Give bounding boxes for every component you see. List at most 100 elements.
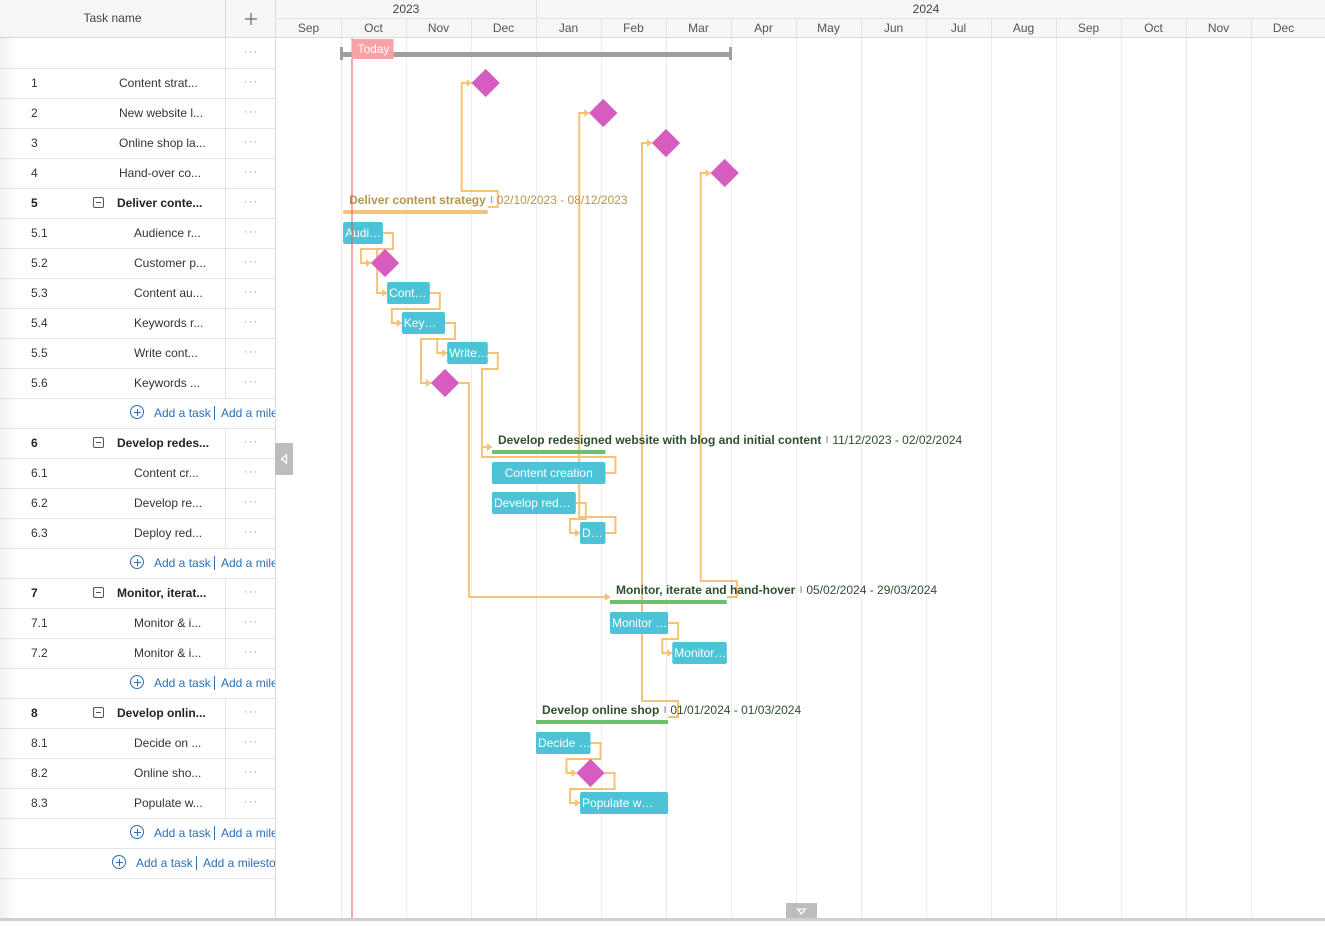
row-menu-button[interactable]: ··· xyxy=(225,158,275,188)
task-row[interactable]: 6.1 Content cr... ··· xyxy=(0,458,275,489)
task-row[interactable]: 5.2 Customer p... ··· xyxy=(0,248,275,279)
task-row[interactable]: 5.3 Content au... ··· xyxy=(0,278,275,309)
project-bar[interactable] xyxy=(341,52,731,57)
task-group-row[interactable]: 7 Monitor, iterat... ··· xyxy=(0,578,275,609)
row-menu-button[interactable]: ··· xyxy=(225,368,275,398)
task-name[interactable]: Content strat... xyxy=(119,68,198,98)
row-menu-button[interactable]: ··· xyxy=(225,518,275,548)
task-group-row[interactable]: 6 Develop redes... ··· xyxy=(0,428,275,459)
add-task-link[interactable]: Add a task xyxy=(154,668,211,698)
collapse-toggle-icon[interactable] xyxy=(93,437,104,448)
task-row[interactable]: 4 Hand-over co... ··· xyxy=(0,158,275,189)
row-menu-button[interactable]: ··· xyxy=(225,428,275,458)
task-row[interactable]: 1 Content strat... ··· xyxy=(0,68,275,99)
row-menu-button[interactable]: ··· xyxy=(225,458,275,488)
add-task-link[interactable]: Add a task xyxy=(136,848,193,878)
add-milestone-link[interactable]: Add a milestone xyxy=(221,668,275,698)
row-menu-button[interactable]: ··· xyxy=(225,698,275,728)
task-name[interactable]: Monitor & i... xyxy=(134,608,201,638)
add-circle-icon[interactable] xyxy=(112,855,126,869)
add-circle-icon[interactable] xyxy=(130,405,144,419)
add-task-link[interactable]: Add a task xyxy=(154,398,211,428)
task-row[interactable]: 5.5 Write cont... ··· xyxy=(0,338,275,369)
task-row[interactable]: ··· xyxy=(0,38,275,69)
summary-bar[interactable] xyxy=(491,450,606,454)
milestone-diamond[interactable] xyxy=(370,248,400,278)
task-name[interactable]: Write cont... xyxy=(134,338,198,368)
row-menu-button[interactable]: ··· xyxy=(225,98,275,128)
summary-bar[interactable] xyxy=(609,600,727,604)
collapse-toggle-icon[interactable] xyxy=(93,197,104,208)
milestone-diamond[interactable] xyxy=(430,368,460,398)
row-menu-button[interactable]: ··· xyxy=(225,788,275,818)
task-row[interactable]: 5.1 Audience r... ··· xyxy=(0,218,275,249)
add-milestone-link[interactable]: Add a milestone xyxy=(221,548,275,578)
task-row[interactable]: 8.2 Online sho... ··· xyxy=(0,758,275,789)
add-circle-icon[interactable] xyxy=(130,555,144,569)
task-name[interactable]: Keywords ... xyxy=(134,368,200,398)
task-name[interactable]: New website l... xyxy=(119,98,203,128)
row-menu-button[interactable]: ··· xyxy=(225,278,275,308)
dependency-link[interactable] xyxy=(460,82,499,208)
row-menu-button[interactable]: ··· xyxy=(225,488,275,518)
task-row[interactable]: 7.1 Monitor & i... ··· xyxy=(0,608,275,639)
task-row[interactable]: 3 Online shop la... ··· xyxy=(0,128,275,159)
task-name[interactable]: Develop onlin... xyxy=(117,698,206,728)
task-row[interactable]: 8.3 Populate w... ··· xyxy=(0,788,275,819)
task-row[interactable]: 6.2 Develop re... ··· xyxy=(0,488,275,519)
task-row[interactable]: 6.3 Deploy red... ··· xyxy=(0,518,275,549)
task-row[interactable]: 5.6 Keywords ... ··· xyxy=(0,368,275,399)
column-header-task-name[interactable]: Task name xyxy=(0,0,225,37)
task-name[interactable]: Online sho... xyxy=(134,758,201,788)
task-row[interactable]: 2 New website l... ··· xyxy=(0,98,275,129)
add-circle-icon[interactable] xyxy=(130,825,144,839)
milestone-diamond[interactable] xyxy=(471,68,500,98)
row-menu-button[interactable]: ··· xyxy=(225,218,275,248)
task-group-row[interactable]: 8 Develop onlin... ··· xyxy=(0,698,275,729)
row-menu-button[interactable]: ··· xyxy=(225,308,275,338)
add-milestone-link[interactable]: Add a milestone xyxy=(221,818,275,848)
add-task-link[interactable]: Add a task xyxy=(154,818,211,848)
add-column-button[interactable] xyxy=(225,0,275,37)
task-name[interactable]: Content cr... xyxy=(134,458,199,488)
task-row[interactable]: 8.1 Decide on ... ··· xyxy=(0,728,275,759)
row-menu-button[interactable]: ··· xyxy=(225,128,275,158)
row-menu-button[interactable]: ··· xyxy=(225,758,275,788)
add-milestone-link[interactable]: Add a milestone xyxy=(221,398,275,428)
row-menu-button[interactable]: ··· xyxy=(225,338,275,368)
add-milestone-link[interactable]: Add a milestone xyxy=(203,848,275,878)
task-name[interactable]: Customer p... xyxy=(134,248,206,278)
task-row[interactable]: 5.4 Keywords r... ··· xyxy=(0,308,275,339)
task-row[interactable]: 7.2 Monitor & i... ··· xyxy=(0,638,275,669)
task-name[interactable]: Content au... xyxy=(134,278,203,308)
task-name[interactable]: Develop re... xyxy=(134,488,202,518)
milestone-diamond[interactable] xyxy=(710,158,739,188)
row-menu-button[interactable]: ··· xyxy=(225,188,275,218)
collapse-toggle-icon[interactable] xyxy=(93,587,104,598)
summary-bar[interactable] xyxy=(343,210,488,214)
row-menu-button[interactable]: ··· xyxy=(225,578,275,608)
row-menu-button[interactable]: ··· xyxy=(225,608,275,638)
task-name[interactable]: Keywords r... xyxy=(134,308,203,338)
task-group-row[interactable]: 5 Deliver conte... ··· xyxy=(0,188,275,219)
task-name[interactable]: Monitor & i... xyxy=(134,638,201,668)
row-menu-button[interactable]: ··· xyxy=(225,38,275,68)
milestone-diamond[interactable] xyxy=(651,128,681,158)
row-menu-button[interactable]: ··· xyxy=(225,68,275,98)
summary-bar[interactable] xyxy=(536,720,669,724)
row-menu-button[interactable]: ··· xyxy=(225,638,275,668)
add-task-link[interactable]: Add a task xyxy=(154,548,211,578)
task-name[interactable]: Audience r... xyxy=(134,218,201,248)
row-menu-button[interactable]: ··· xyxy=(225,728,275,758)
dependency-link[interactable] xyxy=(480,352,499,448)
task-name[interactable]: Online shop la... xyxy=(119,128,206,158)
milestone-diamond[interactable] xyxy=(576,758,605,788)
task-name[interactable]: Monitor, iterat... xyxy=(117,578,206,608)
collapse-toggle-icon[interactable] xyxy=(93,707,104,718)
task-name[interactable]: Decide on ... xyxy=(134,728,201,758)
collapse-grid-handle[interactable] xyxy=(275,443,293,475)
task-name[interactable]: Populate w... xyxy=(134,788,203,818)
task-name[interactable]: Deliver conte... xyxy=(117,188,202,218)
task-name[interactable]: Develop redes... xyxy=(117,428,209,458)
task-name[interactable]: Hand-over co... xyxy=(119,158,201,188)
